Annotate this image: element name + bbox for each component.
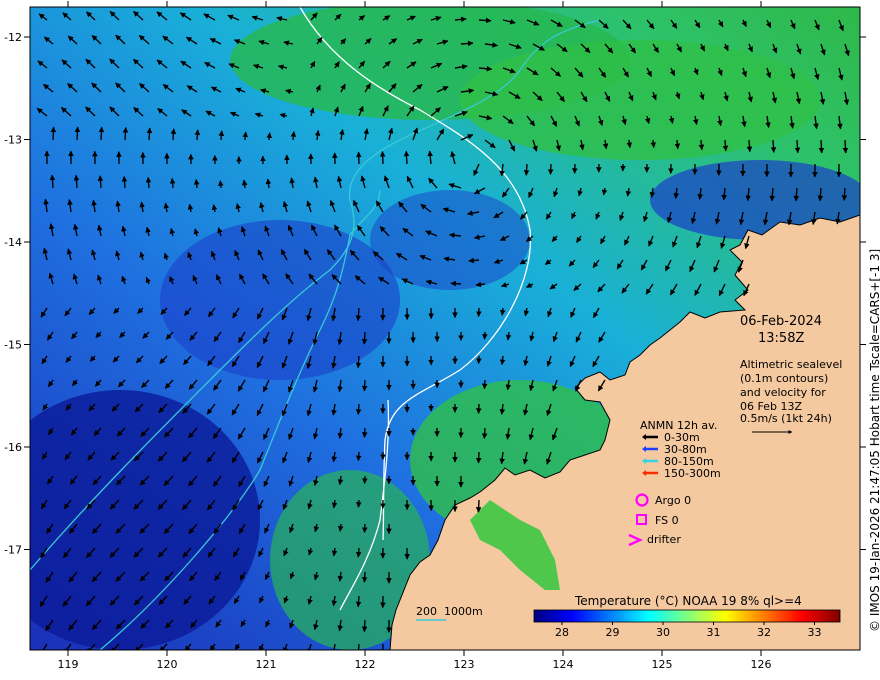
y-tick-label: -14: [4, 236, 22, 249]
cold-patch: [370, 190, 530, 290]
velocity-arrow: [475, 499, 482, 513]
velocity-arrow: [355, 595, 362, 608]
velocity-arrow: [355, 547, 362, 558]
velocity-arrow: [242, 131, 249, 141]
drifter-label: drifter: [647, 533, 681, 546]
velocity-arrow: [355, 403, 362, 415]
velocity-arrow: [49, 174, 56, 189]
info-line-5: 0.5m/s (1kt 24h): [740, 412, 832, 425]
x-tick-label: 123: [454, 658, 475, 671]
velocity-arrow: [122, 126, 129, 141]
x-tick-label: 120: [157, 658, 178, 671]
velocity-arrow: [450, 280, 462, 287]
velocity-arrow: [355, 451, 362, 462]
info-line-3: and velocity for: [740, 386, 826, 399]
velocity-arrow: [355, 355, 362, 369]
sst-map: 119 120 121 122 123 124 125 126 -12 -13 -14 -15 -16…: [4, 1, 866, 671]
velocity-arrow: [379, 150, 386, 165]
x-tick-label: 121: [256, 658, 277, 671]
x-tick-label: 126: [751, 658, 772, 671]
velocity-arrow: [290, 131, 297, 141]
velocity-arrow: [361, 619, 368, 633]
velocity-arrow: [193, 179, 200, 189]
y-tick-label: -13: [4, 134, 22, 147]
velocity-arrow: [547, 163, 554, 175]
velocity-arrow: [481, 427, 488, 439]
velocity-arrow: [97, 175, 104, 189]
velocity-arrow: [355, 307, 362, 322]
velocity-arrow: [73, 174, 80, 189]
y-tick-label: -12: [4, 31, 22, 44]
velocity-arrow: [475, 451, 482, 464]
y-tick-label: -17: [4, 544, 22, 557]
velocity-arrow: [841, 187, 848, 201]
colorbar-tick-label: 31: [707, 626, 721, 639]
velocity-arrow: [499, 307, 506, 316]
velocity-arrow: [146, 127, 153, 141]
x-tick-label: 122: [355, 658, 376, 671]
colorbar-tick-label: 32: [757, 626, 771, 639]
info-line-1: Altimetric sealevel: [740, 358, 843, 371]
velocity-arrow: [361, 379, 368, 392]
fs-label: FS 0: [655, 514, 679, 527]
argo-label: Argo 0: [655, 494, 692, 507]
velocity-arrow: [746, 139, 753, 153]
velocity-arrow: [361, 523, 368, 534]
colorbar-tick-label: 30: [656, 626, 670, 639]
x-tick-label: 119: [58, 658, 79, 671]
velocity-arrow: [674, 139, 681, 150]
velocity-arrow: [356, 499, 362, 508]
map-date: 06-Feb-2024: [740, 314, 823, 329]
anmn-item: 150-300m: [664, 467, 721, 480]
velocity-arrow: [770, 139, 777, 153]
velocity-arrow: [337, 523, 344, 532]
copyright: © IMOS 19-Jan-2026 21:47:05 Hobart time …: [868, 248, 880, 632]
velocity-arrow: [169, 177, 176, 189]
colorbar-gradient: [533, 609, 841, 623]
velocity-arrow: [403, 150, 410, 165]
depth-legend-label: 200 1000m: [416, 605, 483, 618]
velocity-arrow: [650, 139, 657, 149]
velocity-arrow: [218, 130, 225, 141]
velocity-arrow: [478, 17, 492, 24]
velocity-arrow: [523, 163, 530, 176]
colorbar-tick-label: 29: [606, 626, 620, 639]
velocity-arrow: [481, 379, 488, 390]
velocity-arrow: [460, 40, 474, 47]
y-tick-label: -15: [4, 339, 22, 352]
velocity-arrow: [194, 129, 201, 141]
velocity-arrow: [361, 427, 368, 438]
velocity-arrow: [361, 571, 368, 583]
velocity-arrow: [842, 139, 849, 154]
velocity-arrow: [98, 126, 105, 141]
velocity-arrow: [468, 257, 480, 264]
velocity-arrow: [121, 175, 128, 189]
cold-patch: [160, 220, 400, 380]
colorbar-title: Temperature (°C) NOAA 19 8% ql>=4: [575, 594, 802, 608]
colorbar-tick-label: 28: [555, 626, 569, 639]
velocity-arrow: [145, 176, 152, 189]
velocity-arrow: [170, 128, 177, 141]
velocity-arrow: [626, 139, 633, 149]
velocity-arrow: [50, 126, 57, 141]
velocity-arrow: [722, 139, 729, 152]
map-time: 13:58Z: [758, 331, 805, 346]
velocity-arrow: [698, 139, 705, 151]
colorbar-tick-label: 33: [808, 626, 822, 639]
x-tick-label: 125: [652, 658, 673, 671]
velocity-arrow: [361, 331, 368, 345]
velocity-arrow: [794, 139, 801, 154]
x-tick-label: 124: [553, 658, 574, 671]
velocity-arrow: [818, 139, 825, 154]
velocity-arrow: [266, 132, 273, 141]
y-tick-label: -16: [4, 441, 22, 454]
velocity-arrow: [217, 180, 224, 189]
info-line-2: (0.1m contours): [740, 372, 829, 385]
velocity-arrow: [74, 126, 81, 141]
velocity-arrow: [241, 179, 248, 189]
warm-patch: [460, 40, 820, 160]
